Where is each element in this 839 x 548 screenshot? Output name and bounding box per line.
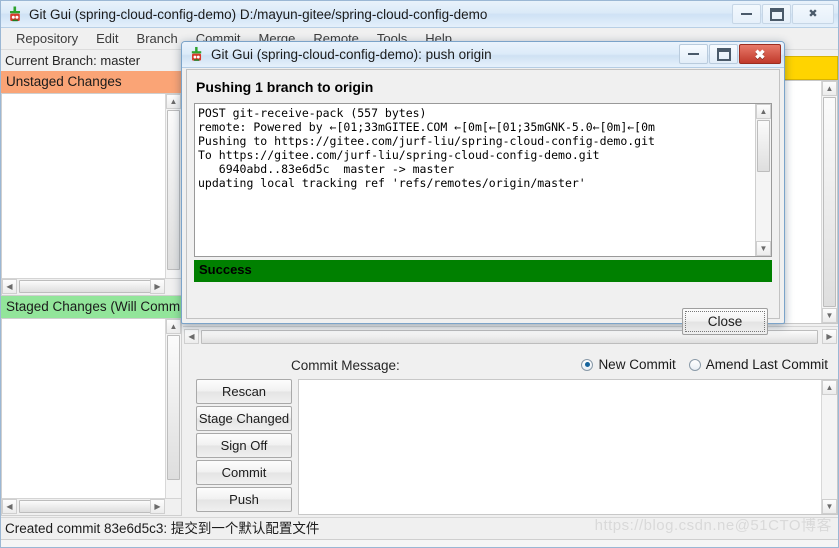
staged-hscroll-thumb[interactable]	[19, 500, 161, 513]
amend-last-commit-label[interactable]: Amend Last Commit	[706, 357, 828, 372]
console-scroll-thumb[interactable]	[757, 120, 770, 172]
diff-scroll-thumb[interactable]	[823, 97, 836, 307]
staged-vertical-scrollbar[interactable]: ▲ ▼	[165, 319, 181, 515]
push-origin-dialog: Git Gui (spring-cloud-config-demo): push…	[181, 41, 785, 335]
scroll-left-icon[interactable]: ◀	[184, 329, 199, 344]
maximize-icon	[769, 7, 784, 21]
git-gui-icon	[189, 46, 205, 63]
minimize-icon	[741, 12, 752, 15]
minimize-icon	[688, 52, 699, 55]
close-icon: ✖	[808, 7, 818, 20]
menu-item-branch[interactable]: Branch	[128, 29, 187, 49]
scroll-down-icon[interactable]: ▼	[756, 241, 771, 256]
new-commit-label[interactable]: New Commit	[598, 357, 675, 372]
scroll-right-icon[interactable]: ▶	[150, 499, 165, 514]
commit-mode-radios: New Commit Amend Last Commit	[581, 357, 836, 372]
staged-horizontal-scrollbar[interactable]: ◀ ▶	[2, 498, 181, 515]
unstaged-file-list[interactable]: ▲ ▼ ◀ ▶	[1, 93, 182, 296]
status-bar: Created commit 83e6d5c3: 提交到一个默认配置文件	[1, 517, 838, 539]
scroll-left-icon[interactable]: ◀	[2, 499, 17, 514]
close-icon: ✖	[754, 46, 766, 62]
main-window-title: Git Gui (spring-cloud-config-demo) D:/ma…	[29, 7, 488, 22]
action-button-column: Rescan Stage Changed Sign Off Commit Pus…	[196, 379, 292, 514]
new-commit-radio[interactable]	[581, 358, 594, 371]
unstaged-vertical-scrollbar[interactable]: ▲ ▼	[165, 94, 181, 295]
dialog-titlebar: Git Gui (spring-cloud-config-demo): push…	[182, 42, 784, 68]
screen: Git Gui (spring-cloud-config-demo) D:/ma…	[0, 0, 839, 548]
dialog-minimize-button[interactable]	[679, 44, 708, 64]
unstaged-changes-header: Unstaged Changes	[1, 71, 182, 93]
dialog-window-controls: ✖	[678, 44, 781, 64]
scroll-right-icon[interactable]: ▶	[150, 279, 165, 294]
staged-scroll-thumb[interactable]	[167, 335, 180, 480]
close-button[interactable]: ✖	[792, 4, 834, 24]
scroll-up-icon[interactable]: ▲	[166, 319, 181, 334]
scroll-up-icon[interactable]: ▲	[822, 380, 837, 395]
scroll-down-icon[interactable]: ▼	[822, 308, 837, 323]
dialog-heading: Pushing 1 branch to origin	[196, 79, 374, 95]
scroll-down-icon[interactable]: ▼	[822, 499, 837, 514]
git-gui-icon	[7, 6, 24, 23]
rescan-button[interactable]: Rescan	[196, 379, 292, 404]
scroll-left-icon[interactable]: ◀	[2, 279, 17, 294]
scroll-up-icon[interactable]: ▲	[822, 81, 837, 96]
maximize-button[interactable]	[762, 4, 791, 24]
sidebar: Current Branch: master Unstaged Changes …	[1, 50, 191, 516]
scroll-up-icon[interactable]: ▲	[756, 104, 771, 119]
amend-last-commit-radio[interactable]	[688, 358, 701, 371]
menu-item-repository[interactable]: Repository	[7, 29, 87, 49]
dialog-title: Git Gui (spring-cloud-config-demo): push…	[211, 47, 492, 62]
main-titlebar: Git Gui (spring-cloud-config-demo) D:/ma…	[1, 1, 838, 28]
dialog-body: Pushing 1 branch to origin POST git-rece…	[186, 69, 780, 335]
commit-options-bar: Commit Message: New Commit Amend Last Co…	[183, 356, 838, 378]
commit-message-input[interactable]: ▲ ▼	[298, 379, 838, 515]
unstaged-scroll-thumb[interactable]	[167, 110, 180, 270]
console-text: POST git-receive-pack (557 bytes) remote…	[198, 106, 655, 190]
status-badge: Success	[194, 260, 772, 282]
staged-changes-header: Staged Changes (Will Commit)	[1, 296, 191, 318]
diff-vertical-scrollbar[interactable]: ▲ ▼	[821, 81, 837, 323]
status-bar-text: Created commit 83e6d5c3: 提交到一个默认配置文件	[5, 521, 320, 536]
commit-message-scrollbar[interactable]: ▲ ▼	[821, 380, 837, 514]
sign-off-button[interactable]: Sign Off	[196, 433, 292, 458]
stage-changed-button[interactable]: Stage Changed	[196, 406, 292, 431]
minimize-button[interactable]	[732, 4, 761, 24]
dialog-close-action-button[interactable]: Close	[682, 308, 768, 335]
main-window-controls: ✖	[731, 4, 834, 25]
maximize-icon	[716, 47, 731, 61]
unstaged-hscroll-thumb[interactable]	[19, 280, 161, 293]
commit-message-label: Commit Message:	[291, 358, 400, 373]
menu-item-edit[interactable]: Edit	[87, 29, 127, 49]
scroll-up-icon[interactable]: ▲	[166, 94, 181, 109]
unstaged-horizontal-scrollbar[interactable]: ◀ ▶	[2, 278, 181, 295]
current-branch-label: Current Branch: master	[1, 50, 182, 71]
scroll-right-icon[interactable]: ▶	[822, 329, 837, 344]
staged-file-list[interactable]: ▲ ▼ ◀ ▶	[1, 318, 182, 516]
dialog-close-button[interactable]: ✖	[739, 44, 781, 64]
push-console-output[interactable]: POST git-receive-pack (557 bytes) remote…	[194, 103, 772, 257]
status-badge-label: Success	[199, 262, 252, 277]
console-vertical-scrollbar[interactable]: ▲ ▼	[755, 104, 771, 256]
commit-button[interactable]: Commit	[196, 460, 292, 485]
dialog-maximize-button[interactable]	[709, 44, 738, 64]
push-button[interactable]: Push	[196, 487, 292, 512]
window-bottom-edge	[1, 539, 838, 547]
